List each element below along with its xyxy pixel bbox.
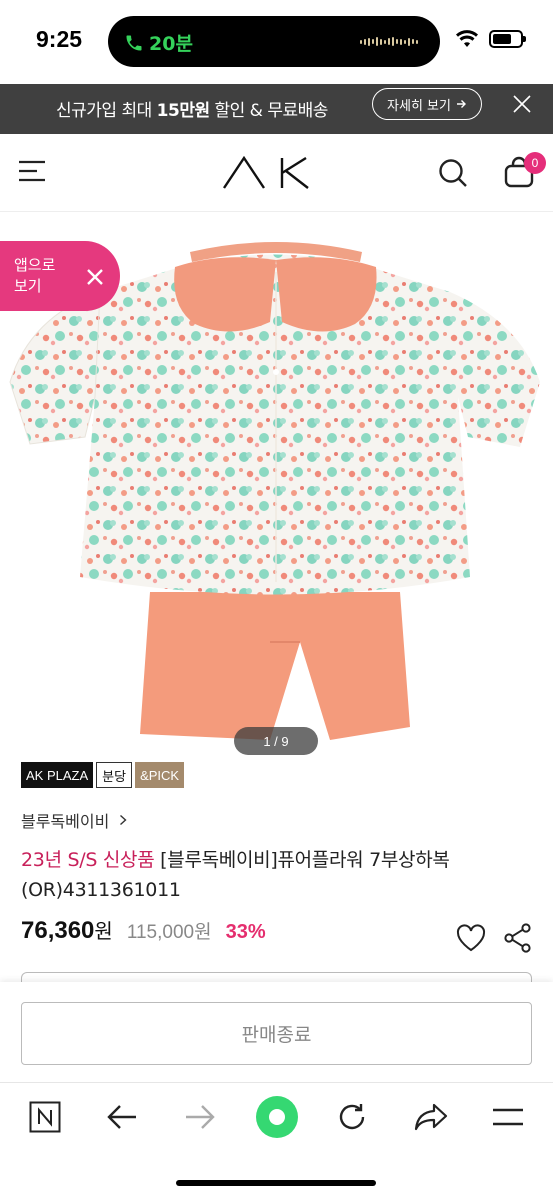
tag-branch: 분당 [96, 762, 133, 788]
search-icon[interactable] [437, 157, 469, 189]
promo-text-after: 할인 & 무료배송 [209, 101, 328, 121]
close-icon[interactable] [86, 268, 104, 286]
ak-logo[interactable] [222, 156, 330, 190]
wifi-icon [456, 30, 478, 47]
share-icon[interactable] [504, 923, 532, 953]
heart-icon[interactable] [456, 924, 486, 952]
chevron-right-icon [120, 814, 127, 826]
price-row: 76,360원 115,000원 33% [21, 915, 266, 945]
promo-text-bold: 15만원 [156, 101, 210, 121]
purchase-bar: 판매종료 [0, 982, 553, 1082]
product-tags: AK PLAZA 분당 &PICK [21, 762, 185, 788]
forward-arrow-icon[interactable] [184, 1103, 216, 1131]
promo-text-before: 신규가입 최대 [56, 101, 157, 121]
promo-text: 신규가입 최대 15만원 할인 & 무료배송 [56, 96, 328, 121]
site-header: 0 [0, 134, 553, 212]
sale-price: 76,360원 [21, 915, 113, 945]
discount-rate: 33% [225, 921, 266, 943]
refresh-icon[interactable] [336, 1101, 368, 1133]
cart-button[interactable]: 0 [504, 152, 546, 192]
tag-pick: &PICK [135, 762, 185, 788]
open-in-app-banner[interactable]: 앱으로 보기 [0, 241, 120, 311]
tag-ak-plaza: AK PLAZA [21, 762, 94, 788]
product-title: 23년 S/S 신상품 [블루독베이비]퓨어플라워 7부상하복(OR)43113… [21, 845, 531, 905]
status-time: 9:25 [36, 26, 83, 52]
sale-price-unit: 원 [94, 921, 113, 943]
dynamic-island: 20분 [108, 16, 440, 67]
promo-more-label: 자세히 보기 [387, 98, 451, 114]
cart-count-badge: 0 [524, 152, 546, 174]
green-dot-icon[interactable] [255, 1095, 299, 1139]
original-price: 115,000원 [126, 922, 212, 943]
promo-banner: 신규가입 최대 15만원 할인 & 무료배송 자세히 보기 [0, 84, 553, 134]
promo-more-button[interactable]: 자세히 보기 [372, 88, 482, 120]
app-pill-line1: 앱으로 [14, 256, 56, 274]
battery-icon [489, 30, 526, 48]
sale-price-value: 76,360 [21, 917, 95, 944]
menu-icon[interactable] [492, 1107, 524, 1127]
call-duration: 20분 [149, 33, 193, 55]
brand-link[interactable]: 블루독베이비 [21, 808, 127, 832]
phone-icon [126, 35, 142, 50]
app-pill-line2: 보기 [14, 277, 42, 295]
call-indicator[interactable]: 20분 [124, 29, 193, 56]
back-arrow-icon[interactable] [106, 1103, 138, 1131]
image-pager: 1 / 9 [234, 727, 318, 755]
naver-n-icon[interactable] [29, 1101, 61, 1133]
brand-name: 블루독베이비 [21, 812, 110, 831]
product-title-prefix: 23년 S/S 신상품 [21, 849, 155, 871]
sold-out-button[interactable]: 판매종료 [21, 1002, 532, 1065]
hamburger-menu-icon[interactable] [18, 159, 46, 183]
home-indicator [176, 1180, 376, 1186]
audio-wave-icon [360, 37, 418, 46]
close-icon[interactable] [510, 92, 534, 116]
status-bar: 9:25 20분 [0, 0, 553, 84]
chevron-right-icon [456, 100, 466, 108]
share-arrow-icon[interactable] [414, 1103, 448, 1131]
